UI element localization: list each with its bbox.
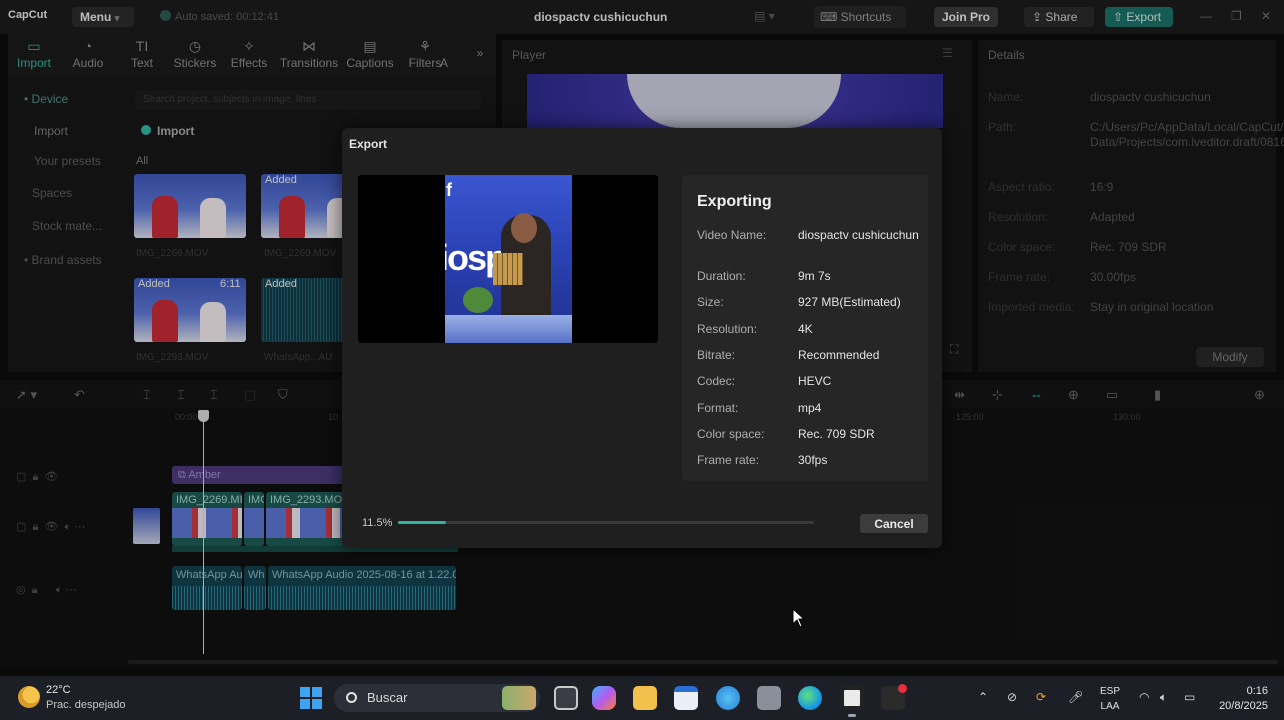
export-info-label: Video Name: [697,228,767,242]
export-info-label: Resolution: [697,322,758,336]
export-info-value: Recommended [798,348,880,362]
mouse-cursor-icon [792,608,806,628]
export-info-label: Size: [697,295,724,309]
store-icon[interactable] [674,686,698,710]
export-info-label: Duration: [697,269,746,283]
export-info-value: HEVC [798,374,832,388]
export-info-value: 4K [798,322,813,336]
clock-date: 20/8/2025 [1219,700,1268,712]
taskbar-clock[interactable]: 0:16 20/8/2025 [1208,684,1268,714]
windows-start-icon[interactable] [300,687,322,709]
edge-browser-icon[interactable] [798,686,822,710]
export-info-value: 30fps [798,453,828,467]
copilot-icon[interactable] [592,686,616,710]
export-info-value: mp4 [798,401,822,415]
weather-temperature[interactable]: 22°C [46,684,71,696]
export-progress-text: 11.5% [362,517,393,529]
export-progress-track [398,521,814,524]
clock-time: 0:16 [1246,685,1268,697]
export-info-label: Frame rate: [697,453,760,467]
export-info-label: Bitrate: [697,348,736,362]
export-info-label: Color space: [697,427,765,441]
file-explorer-icon[interactable] [633,686,657,710]
cancel-button[interactable]: Cancel [860,514,928,533]
export-dialog-title: Export [349,137,388,151]
export-progress-fill [398,521,446,524]
search-icon [346,692,357,703]
export-info-label: Format: [697,401,739,415]
task-view-icon[interactable] [554,686,578,710]
export-info-value: 927 MB(Estimated) [798,295,901,309]
lang-top: ESP [1100,686,1121,697]
battery-icon[interactable]: ▭ [1184,690,1195,704]
export-info-value: diospactv cushicuchun [798,228,919,242]
export-info-value: 9m 7s [798,269,831,283]
taskbar-search-label: Buscar [367,690,408,705]
wifi-icon[interactable]: ◠ [1139,690,1149,704]
show-hidden-icons-icon[interactable]: ⌃ [978,690,988,704]
active-app-indicator [848,714,856,717]
export-info-value: Rec. 709 SDR [798,427,875,441]
export-status-title: Exporting [697,193,772,210]
network-off-icon[interactable]: ⊘ [1007,690,1017,704]
export-preview-image: iosp [445,175,572,343]
weather-condition[interactable]: Prac. despejado [46,699,126,711]
sync-icon[interactable]: ⟳ [1036,690,1046,704]
weather-icon[interactable] [18,686,40,708]
search-highlight-icon[interactable] [502,686,536,710]
facebook-icon: f [446,180,452,200]
export-info-label: Codec: [697,374,736,388]
language-indicator[interactable]: ESP LAA [1100,684,1120,714]
app-notification-icon[interactable] [881,684,907,710]
chat-icon[interactable] [716,686,740,710]
volume-icon[interactable]: 🔈︎ [1160,690,1167,705]
camera-icon[interactable] [757,686,781,710]
capcut-taskbar-icon[interactable] [840,686,864,710]
lang-bottom: LAA [1100,701,1120,712]
microphone-icon[interactable]: 🎤︎ [1068,690,1083,704]
